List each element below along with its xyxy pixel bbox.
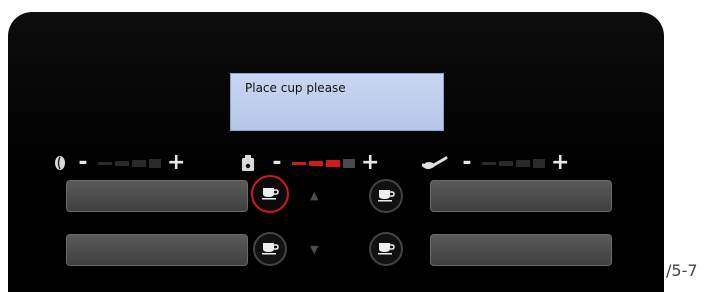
lcd-display: Place cup please <box>230 73 444 131</box>
coffee-bean-icon <box>52 154 68 172</box>
milk-plus-button[interactable]: + <box>551 152 569 174</box>
water-level-bars <box>292 158 355 168</box>
bean-plus-button[interactable]: + <box>167 152 185 174</box>
cup-button-top-left[interactable] <box>251 175 289 213</box>
scroll-down-arrow[interactable]: ▼ <box>310 243 318 256</box>
bean-strength-control: - + <box>52 152 185 174</box>
scroll-up-arrow[interactable]: ▲ <box>310 189 318 202</box>
cup-icon <box>261 185 279 204</box>
milk-minus-button[interactable]: - <box>458 152 476 174</box>
cup-icon <box>377 187 395 206</box>
cup-icon <box>261 240 279 259</box>
page-marker: /5-7 <box>666 261 698 280</box>
water-plus-button[interactable]: + <box>361 152 379 174</box>
cup-button-top-right[interactable] <box>369 179 403 213</box>
bean-minus-button[interactable]: - <box>74 152 92 174</box>
milk-level-bars <box>482 158 545 168</box>
bean-level-bars <box>98 158 161 168</box>
milk-amount-control: - + <box>422 152 569 174</box>
water-amount-control: - + <box>240 152 379 174</box>
cup-icon <box>377 240 395 259</box>
machine-panel: Place cup please - + - + - + ▲ ▼ <box>8 12 664 292</box>
cup-button-bottom-right[interactable] <box>369 232 403 266</box>
right-product-slot-top[interactable] <box>430 180 612 212</box>
left-product-slot-bottom[interactable] <box>66 234 248 266</box>
right-product-slot-bottom[interactable] <box>430 234 612 266</box>
cup-button-bottom-left[interactable] <box>253 232 287 266</box>
lcd-message: Place cup please <box>245 81 346 95</box>
water-minus-button[interactable]: - <box>268 152 286 174</box>
milk-spout-icon <box>422 154 448 172</box>
left-product-slot-top[interactable] <box>66 180 248 212</box>
water-tank-icon <box>240 154 256 172</box>
